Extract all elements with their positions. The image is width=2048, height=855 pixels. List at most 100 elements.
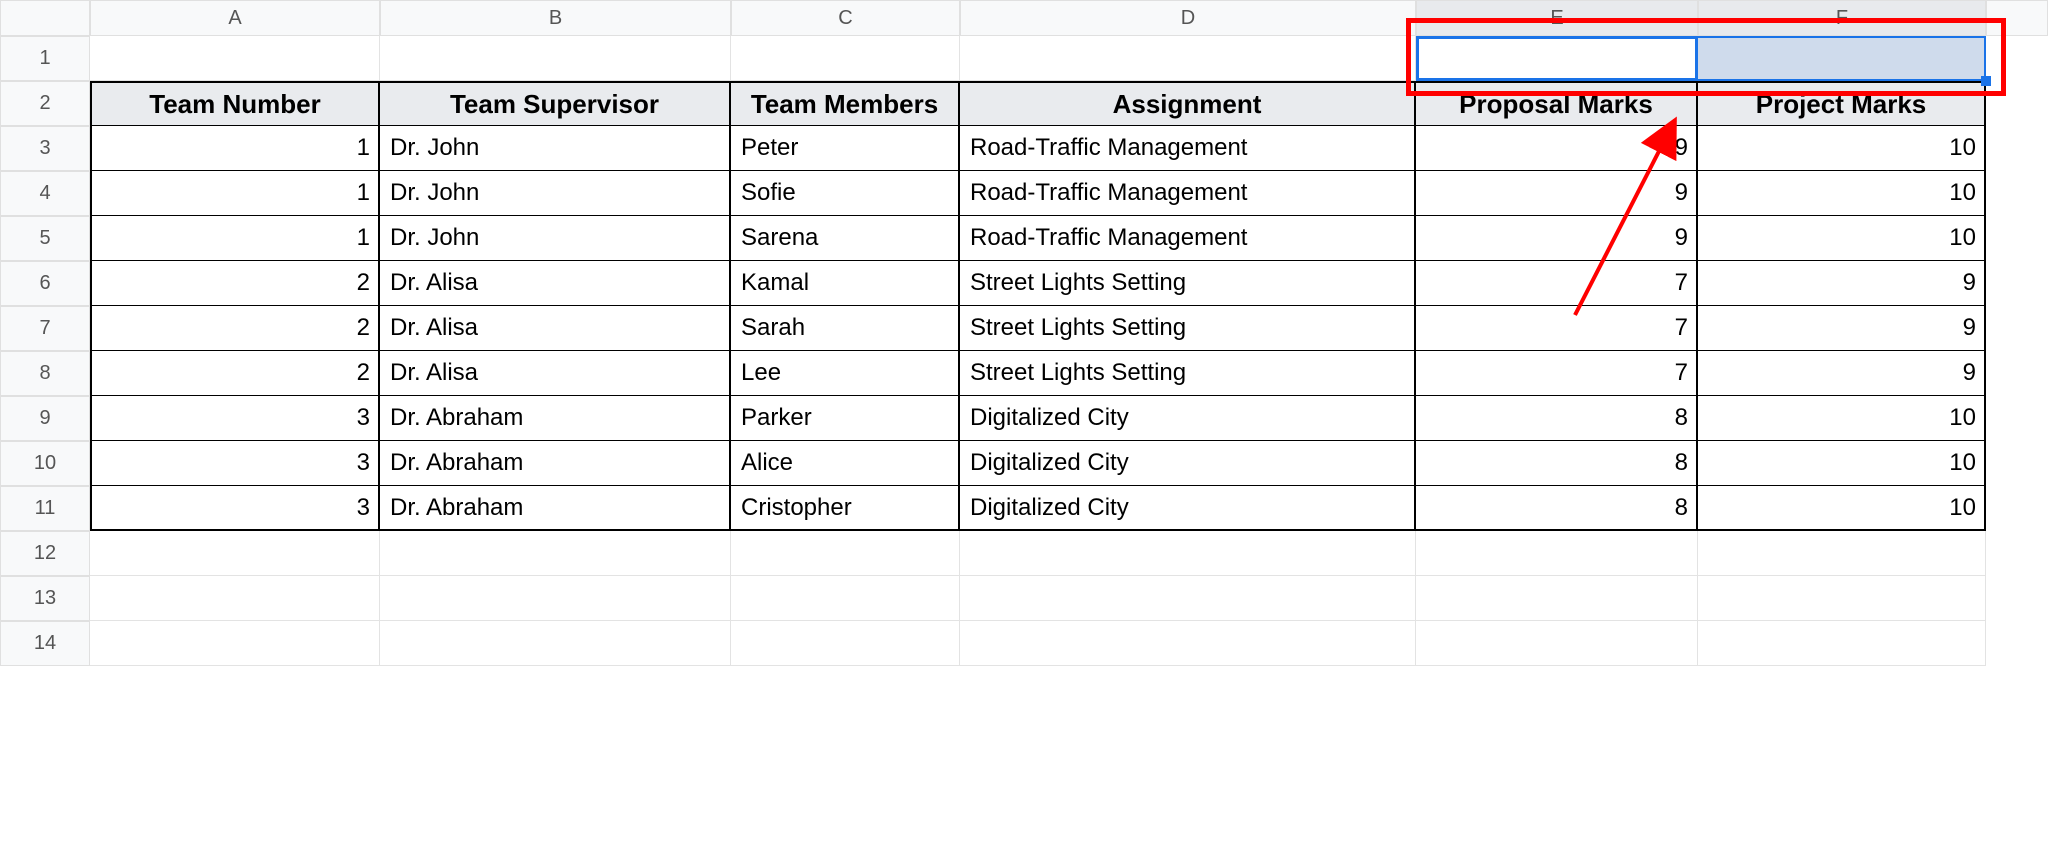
cell-B8[interactable]: Dr. Alisa xyxy=(380,351,731,396)
cell-F12[interactable] xyxy=(1698,531,1986,576)
cell-E5[interactable]: 9 xyxy=(1416,216,1698,261)
cell-D8[interactable]: Street Lights Setting xyxy=(960,351,1416,396)
cell-E4[interactable]: 9 xyxy=(1416,171,1698,216)
column-header-E[interactable]: E xyxy=(1416,0,1698,36)
cell-A10[interactable]: 3 xyxy=(90,441,380,486)
row-header-8[interactable]: 8 xyxy=(0,351,90,396)
cell-A5[interactable]: 1 xyxy=(90,216,380,261)
cell-F9[interactable]: 10 xyxy=(1698,396,1986,441)
cell-C14[interactable] xyxy=(731,621,960,666)
column-header-F[interactable]: F xyxy=(1698,0,1986,36)
cell-A6[interactable]: 2 xyxy=(90,261,380,306)
cell-E8[interactable]: 7 xyxy=(1416,351,1698,396)
cell-A7[interactable]: 2 xyxy=(90,306,380,351)
cell-D1[interactable] xyxy=(960,36,1416,81)
cell-D13[interactable] xyxy=(960,576,1416,621)
cell-C3[interactable]: Peter xyxy=(731,126,960,171)
cell-D3[interactable]: Road-Traffic Management xyxy=(960,126,1416,171)
cell-B10[interactable]: Dr. Abraham xyxy=(380,441,731,486)
cell-C11[interactable]: Cristopher xyxy=(731,486,960,531)
cell-C4[interactable]: Sofie xyxy=(731,171,960,216)
cell-F2[interactable]: Project Marks xyxy=(1698,81,1986,126)
cell-B3[interactable]: Dr. John xyxy=(380,126,731,171)
row-header-7[interactable]: 7 xyxy=(0,306,90,351)
cell-E14[interactable] xyxy=(1416,621,1698,666)
cell-E3[interactable]: 9 xyxy=(1416,126,1698,171)
cell-E1[interactable] xyxy=(1416,36,1698,81)
cell-A8[interactable]: 2 xyxy=(90,351,380,396)
cell-C1[interactable] xyxy=(731,36,960,81)
cell-E9[interactable]: 8 xyxy=(1416,396,1698,441)
cell-F4[interactable]: 10 xyxy=(1698,171,1986,216)
cell-D7[interactable]: Street Lights Setting xyxy=(960,306,1416,351)
cell-B13[interactable] xyxy=(380,576,731,621)
cell-B4[interactable]: Dr. John xyxy=(380,171,731,216)
row-header-10[interactable]: 10 xyxy=(0,441,90,486)
row-header-3[interactable]: 3 xyxy=(0,126,90,171)
column-header-D[interactable]: D xyxy=(960,0,1416,36)
cell-E6[interactable]: 7 xyxy=(1416,261,1698,306)
cell-D6[interactable]: Street Lights Setting xyxy=(960,261,1416,306)
cell-C9[interactable]: Parker xyxy=(731,396,960,441)
cell-F7[interactable]: 9 xyxy=(1698,306,1986,351)
cell-C12[interactable] xyxy=(731,531,960,576)
row-header-9[interactable]: 9 xyxy=(0,396,90,441)
cell-D14[interactable] xyxy=(960,621,1416,666)
row-header-11[interactable]: 11 xyxy=(0,486,90,531)
cell-A2[interactable]: Team Number xyxy=(90,81,380,126)
cell-B11[interactable]: Dr. Abraham xyxy=(380,486,731,531)
column-header-B[interactable]: B xyxy=(380,0,731,36)
cell-A1[interactable] xyxy=(90,36,380,81)
cell-E7[interactable]: 7 xyxy=(1416,306,1698,351)
cell-C7[interactable]: Sarah xyxy=(731,306,960,351)
cell-C2[interactable]: Team Members xyxy=(731,81,960,126)
cell-B2[interactable]: Team Supervisor xyxy=(380,81,731,126)
cell-C8[interactable]: Lee xyxy=(731,351,960,396)
column-header-A[interactable]: A xyxy=(90,0,380,36)
cell-B6[interactable]: Dr. Alisa xyxy=(380,261,731,306)
cell-F5[interactable]: 10 xyxy=(1698,216,1986,261)
row-header-13[interactable]: 13 xyxy=(0,576,90,621)
cell-C6[interactable]: Kamal xyxy=(731,261,960,306)
cell-A12[interactable] xyxy=(90,531,380,576)
row-header-2[interactable]: 2 xyxy=(0,81,90,126)
cell-F1[interactable] xyxy=(1698,36,1986,81)
cell-E12[interactable] xyxy=(1416,531,1698,576)
cell-A4[interactable]: 1 xyxy=(90,171,380,216)
cell-F6[interactable]: 9 xyxy=(1698,261,1986,306)
cell-A9[interactable]: 3 xyxy=(90,396,380,441)
cell-F11[interactable]: 10 xyxy=(1698,486,1986,531)
cell-C13[interactable] xyxy=(731,576,960,621)
row-header-5[interactable]: 5 xyxy=(0,216,90,261)
cell-E13[interactable] xyxy=(1416,576,1698,621)
row-header-14[interactable]: 14 xyxy=(0,621,90,666)
cell-E10[interactable]: 8 xyxy=(1416,441,1698,486)
cell-E2[interactable]: Proposal Marks xyxy=(1416,81,1698,126)
cell-A11[interactable]: 3 xyxy=(90,486,380,531)
cell-D4[interactable]: Road-Traffic Management xyxy=(960,171,1416,216)
selection-fill-handle[interactable] xyxy=(1981,76,1991,86)
cell-A3[interactable]: 1 xyxy=(90,126,380,171)
cell-F8[interactable]: 9 xyxy=(1698,351,1986,396)
cell-D10[interactable]: Digitalized City xyxy=(960,441,1416,486)
cell-D5[interactable]: Road-Traffic Management xyxy=(960,216,1416,261)
cell-C10[interactable]: Alice xyxy=(731,441,960,486)
cell-D11[interactable]: Digitalized City xyxy=(960,486,1416,531)
cell-B14[interactable] xyxy=(380,621,731,666)
cell-F13[interactable] xyxy=(1698,576,1986,621)
cell-B5[interactable]: Dr. John xyxy=(380,216,731,261)
cell-D12[interactable] xyxy=(960,531,1416,576)
column-header-C[interactable]: C xyxy=(731,0,960,36)
cell-C5[interactable]: Sarena xyxy=(731,216,960,261)
cell-D2[interactable]: Assignment xyxy=(960,81,1416,126)
cell-F10[interactable]: 10 xyxy=(1698,441,1986,486)
cell-B7[interactable]: Dr. Alisa xyxy=(380,306,731,351)
row-header-12[interactable]: 12 xyxy=(0,531,90,576)
row-header-4[interactable]: 4 xyxy=(0,171,90,216)
row-header-1[interactable]: 1 xyxy=(0,36,90,81)
corner-select-all[interactable] xyxy=(0,0,90,36)
cell-B12[interactable] xyxy=(380,531,731,576)
cell-A13[interactable] xyxy=(90,576,380,621)
cell-B9[interactable]: Dr. Abraham xyxy=(380,396,731,441)
cell-F14[interactable] xyxy=(1698,621,1986,666)
